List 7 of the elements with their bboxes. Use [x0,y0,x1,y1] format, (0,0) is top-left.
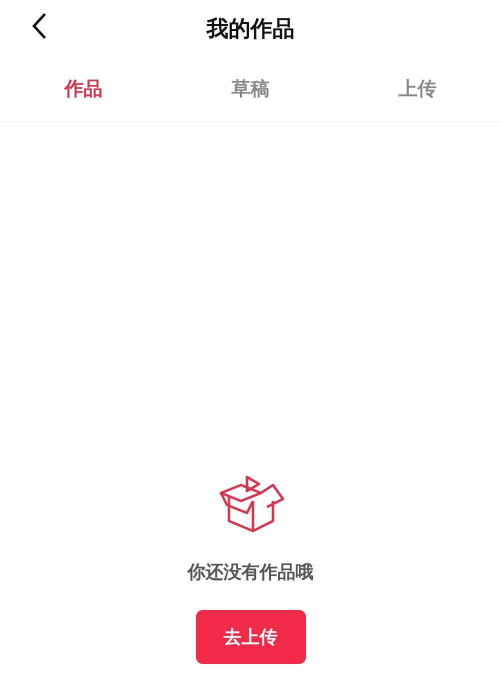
tab[interactable]: 草稿 [224,71,278,108]
tab[interactable]: 上传 [390,71,444,108]
empty-message: 你还没有作品哦 [188,561,314,585]
back-icon [31,12,47,40]
page-title: 我的作品 [206,16,294,44]
upload-button[interactable]: 去上传 [196,610,306,664]
tab[interactable]: 作品 [56,71,110,108]
